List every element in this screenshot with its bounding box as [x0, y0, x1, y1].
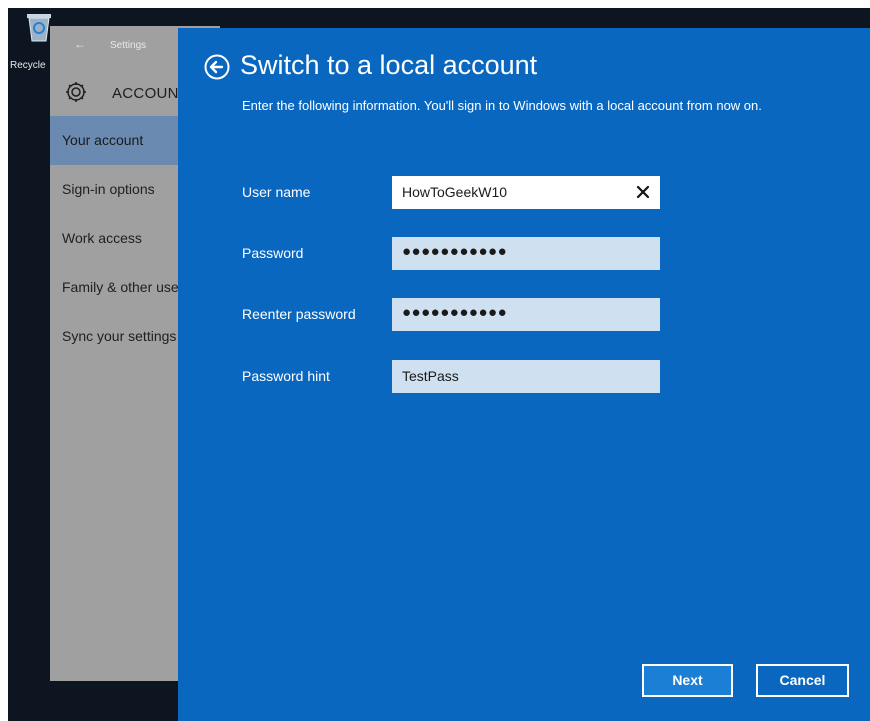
username-value: HowToGeekW10	[402, 184, 508, 200]
password-label: Password	[242, 245, 304, 261]
username-input[interactable]: HowToGeekW10	[392, 176, 660, 209]
close-icon[interactable]	[634, 183, 652, 201]
desktop: Recycle ← Settings ACCOUNTS Your account…	[8, 8, 870, 721]
reenter-password-label: Reenter password	[242, 306, 356, 322]
next-button[interactable]: Next	[642, 664, 733, 697]
username-label: User name	[242, 184, 311, 200]
gear-icon	[66, 82, 86, 102]
username-row: User name HowToGeekW10	[242, 176, 842, 209]
password-value: ●●●●●●●●●●●	[402, 243, 508, 260]
back-arrow-circle-icon[interactable]	[204, 54, 230, 80]
recycle-bin-icon	[27, 14, 51, 42]
password-hint-value: TestPass	[402, 368, 459, 384]
recycle-bin-label: Recycle	[10, 60, 46, 71]
password-hint-label: Password hint	[242, 368, 330, 384]
password-row: Password ●●●●●●●●●●●	[242, 237, 842, 270]
dialog-description: Enter the following information. You'll …	[242, 98, 762, 113]
password-hint-input[interactable]: TestPass	[392, 360, 660, 393]
password-hint-row: Password hint TestPass	[242, 360, 842, 393]
recycle-bin-shortcut[interactable]: Recycle	[8, 8, 54, 76]
password-input[interactable]: ●●●●●●●●●●●	[392, 237, 660, 270]
app-title: Settings	[110, 40, 147, 51]
switch-local-account-dialog: Switch to a local account Enter the foll…	[178, 28, 870, 721]
dialog-title: Switch to a local account	[240, 50, 538, 80]
cancel-button[interactable]: Cancel	[756, 664, 849, 697]
reenter-password-input[interactable]: ●●●●●●●●●●●	[392, 298, 660, 331]
reenter-password-value: ●●●●●●●●●●●	[402, 304, 508, 321]
back-arrow-icon[interactable]: ←	[74, 37, 86, 51]
reenter-password-row: Reenter password ●●●●●●●●●●●	[242, 298, 842, 331]
